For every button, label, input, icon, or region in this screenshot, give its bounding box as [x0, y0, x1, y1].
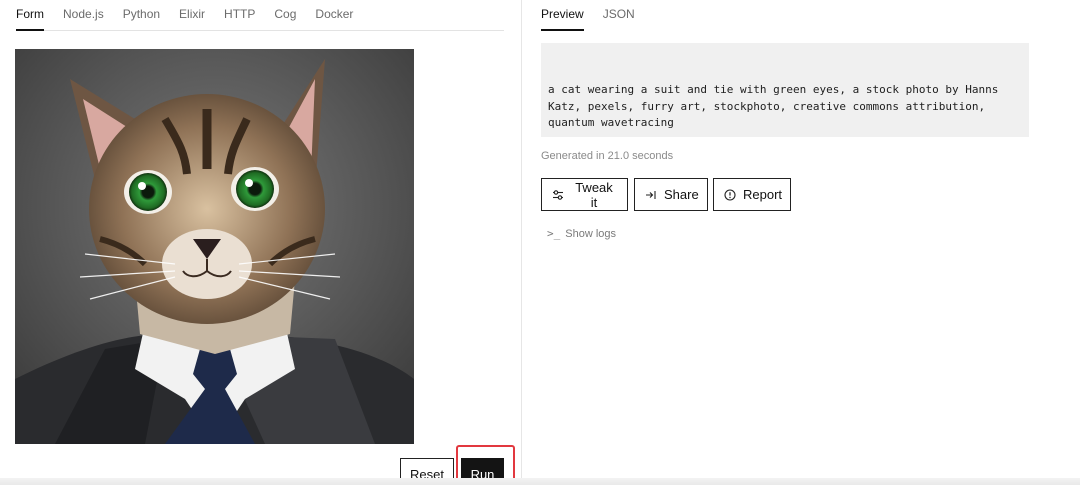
share-button[interactable]: Share: [634, 178, 708, 211]
tab-docker[interactable]: Docker: [315, 0, 353, 31]
tab-http[interactable]: HTTP: [224, 0, 255, 31]
tweak-it-label: Tweak it: [575, 179, 613, 210]
tab-form[interactable]: Form: [16, 0, 44, 31]
generated-cat-image: [15, 49, 414, 444]
info-circle-icon: [724, 188, 736, 201]
show-logs-label: Show logs: [565, 227, 617, 240]
form-pane: Form Node.js Python Elixir HTTP Cog Dock…: [0, 0, 522, 485]
output-text: a cat wearing a suit and tie with green …: [541, 43, 1029, 137]
bottom-divider: [0, 478, 1080, 485]
report-label: Report: [743, 187, 783, 202]
tab-elixir[interactable]: Elixir: [179, 0, 205, 31]
left-tab-bar: Form Node.js Python Elixir HTTP Cog Dock…: [16, 0, 504, 31]
tab-json[interactable]: JSON: [603, 0, 635, 31]
terminal-icon: >_: [547, 227, 561, 240]
tab-cog[interactable]: Cog: [274, 0, 296, 31]
generation-time: Generated in 21.0 seconds: [541, 150, 674, 162]
tab-nodejs[interactable]: Node.js: [63, 0, 104, 31]
right-tab-bar: Preview JSON: [541, 0, 1029, 31]
tab-python[interactable]: Python: [123, 0, 160, 31]
show-logs-toggle[interactable]: >_ Show logs: [547, 227, 616, 240]
share-label: Share: [664, 187, 699, 202]
report-button[interactable]: Report: [713, 178, 791, 211]
sliders-icon: [552, 189, 564, 201]
share-icon: [645, 189, 657, 201]
tab-preview[interactable]: Preview: [541, 0, 584, 31]
tweak-it-button[interactable]: Tweak it: [541, 178, 628, 211]
output-pane: Preview JSON a cat wearing a suit and ti…: [523, 0, 1080, 485]
